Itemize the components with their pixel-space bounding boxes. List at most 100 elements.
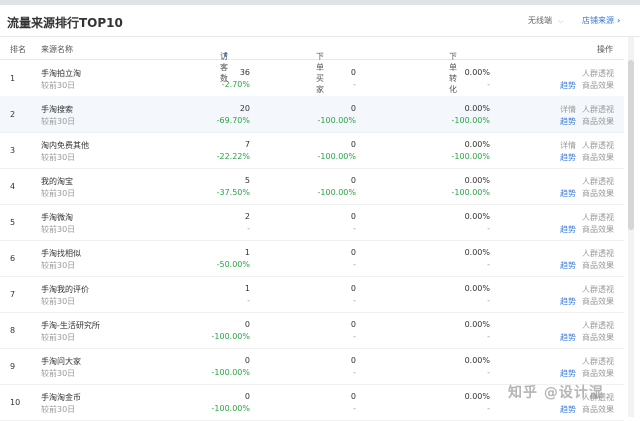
conv-value: 0.00%: [464, 176, 490, 185]
rank-cell: 6: [10, 254, 16, 263]
sort-desc-icon: ⬍: [223, 51, 229, 59]
conv-value: 0.00%: [464, 140, 490, 149]
crowd-link[interactable]: 人群透视: [582, 248, 614, 259]
conv-value: 0.00%: [464, 356, 490, 365]
visitors-change: -2.70%: [221, 80, 250, 89]
shop-source-label: 店铺来源: [582, 16, 614, 25]
source-name: 手淘问大家: [41, 357, 81, 366]
col-source: 来源名称: [41, 45, 73, 54]
visitors-value: 2: [244, 212, 250, 221]
visitors-change: -37.50%: [216, 188, 250, 197]
col-action: 操作: [597, 45, 613, 54]
conv-change: -: [487, 224, 490, 233]
compare-label: 较前30日: [41, 369, 76, 378]
effect-link[interactable]: 商品效果: [582, 296, 614, 307]
conv-value: 0.00%: [464, 68, 490, 77]
rank-cell: 3: [10, 146, 16, 155]
effect-link[interactable]: 商品效果: [582, 116, 614, 127]
conv-value: 0.00%: [464, 320, 490, 329]
crowd-link[interactable]: 人群透视: [582, 284, 614, 295]
effect-link[interactable]: 商品效果: [582, 368, 614, 379]
effect-link[interactable]: 商品效果: [582, 152, 614, 163]
table-row: 8 手淘-生活研究所 较前30日 0 -100.00% 0 - 0.00% - 趋势 人群透视 商品效…: [0, 312, 624, 349]
buyers-change: -: [353, 260, 356, 269]
crowd-link[interactable]: 人群透视: [582, 320, 614, 331]
buyers-value: 0: [350, 140, 356, 149]
trend-link[interactable]: 趋势: [560, 80, 576, 91]
conv-value: 0.00%: [464, 248, 490, 257]
effect-link[interactable]: 商品效果: [582, 80, 614, 91]
table-row: 3 淘内免费其他 较前30日 7 -22.22% 0 -100.00% 0.00% -100.0…: [0, 132, 624, 169]
trend-link[interactable]: 趋势: [560, 116, 576, 127]
detail-link[interactable]: 详情: [560, 140, 576, 151]
conv-change: -: [487, 260, 490, 269]
compare-label: 较前30日: [41, 297, 76, 306]
conv-change: -: [487, 368, 490, 377]
crowd-link[interactable]: 人群透视: [582, 104, 614, 115]
visitors-value: 0: [244, 356, 250, 365]
buyers-value: 0: [350, 212, 356, 221]
compare-label: 较前30日: [41, 405, 76, 414]
rank-cell: 10: [10, 398, 21, 407]
source-name: 手淘找相似: [41, 249, 81, 258]
effect-link[interactable]: 商品效果: [582, 260, 614, 271]
rank-cell: 5: [10, 218, 16, 227]
table-row: 9 手淘问大家 较前30日 0 -100.00% 0 - 0.00% - 趋势 人群透视 商品效果: [0, 348, 624, 385]
sort-icon: ⬍: [319, 51, 325, 59]
conv-value: 0.00%: [464, 212, 490, 221]
detail-link[interactable]: 详情: [560, 104, 576, 115]
crowd-link[interactable]: 人群透视: [582, 176, 614, 187]
effect-link[interactable]: 商品效果: [582, 404, 614, 415]
trend-link[interactable]: 趋势: [560, 152, 576, 163]
effect-link[interactable]: 商品效果: [582, 332, 614, 343]
trend-link[interactable]: 趋势: [560, 296, 576, 307]
buyers-change: -: [353, 368, 356, 377]
crowd-link[interactable]: 人群透视: [582, 68, 614, 79]
conv-change: -100.00%: [451, 152, 490, 161]
chevron-down-icon: ⌵: [558, 17, 564, 25]
visitors-value: 36: [239, 68, 250, 77]
rank-cell: 8: [10, 326, 16, 335]
visitors-value: 0: [244, 392, 250, 401]
visitors-change: -100.00%: [211, 332, 250, 341]
buyers-change: -100.00%: [317, 116, 356, 125]
conv-value: 0.00%: [464, 104, 490, 113]
compare-label: 较前30日: [41, 225, 76, 234]
scrollbar-thumb[interactable]: [628, 60, 634, 230]
compare-label: 较前30日: [41, 153, 76, 162]
buyers-value: 0: [350, 320, 356, 329]
table-row: 7 手淘我的评价 较前30日 1 - 0 - 0.00% - 趋势 人群透视 商品效果: [0, 276, 624, 313]
buyers-change: -: [353, 224, 356, 233]
visitors-change: -69.70%: [216, 116, 250, 125]
buyers-change: -: [353, 80, 356, 89]
device-select-label: 无线端: [528, 16, 552, 25]
trend-link[interactable]: 趋势: [560, 404, 576, 415]
buyers-change: -: [353, 404, 356, 413]
trend-link[interactable]: 趋势: [560, 368, 576, 379]
trend-link[interactable]: 趋势: [560, 260, 576, 271]
crowd-link[interactable]: 人群透视: [582, 140, 614, 151]
visitors-value: 1: [244, 248, 250, 257]
shop-source-link[interactable]: 店铺来源 ›: [582, 15, 620, 26]
source-name: 淘内免费其他: [41, 141, 89, 150]
compare-label: 较前30日: [41, 333, 76, 342]
visitors-change: -100.00%: [211, 368, 250, 377]
visitors-value: 7: [244, 140, 250, 149]
chevron-right-icon: ›: [617, 16, 621, 25]
crowd-link[interactable]: 人群透视: [582, 356, 614, 367]
effect-link[interactable]: 商品效果: [582, 224, 614, 235]
effect-link[interactable]: 商品效果: [582, 188, 614, 199]
visitors-change: -: [247, 224, 250, 233]
trend-link[interactable]: 趋势: [560, 332, 576, 343]
trend-link[interactable]: 趋势: [560, 188, 576, 199]
conv-change: -: [487, 80, 490, 89]
table-row: 6 手淘找相似 较前30日 1 -50.00% 0 - 0.00% - 趋势 人群透视 商品效果: [0, 240, 624, 277]
table-row: 2 手淘搜索 较前30日 20 -69.70% 0 -100.00% 0.00% -100.00…: [0, 96, 624, 133]
device-select[interactable]: 无线端 ⌵: [528, 15, 563, 26]
rank-cell: 1: [10, 74, 16, 83]
conv-change: -: [487, 296, 490, 305]
visitors-value: 20: [239, 104, 250, 113]
crowd-link[interactable]: 人群透视: [582, 212, 614, 223]
trend-link[interactable]: 趋势: [560, 224, 576, 235]
col-rank: 排名: [10, 45, 26, 54]
